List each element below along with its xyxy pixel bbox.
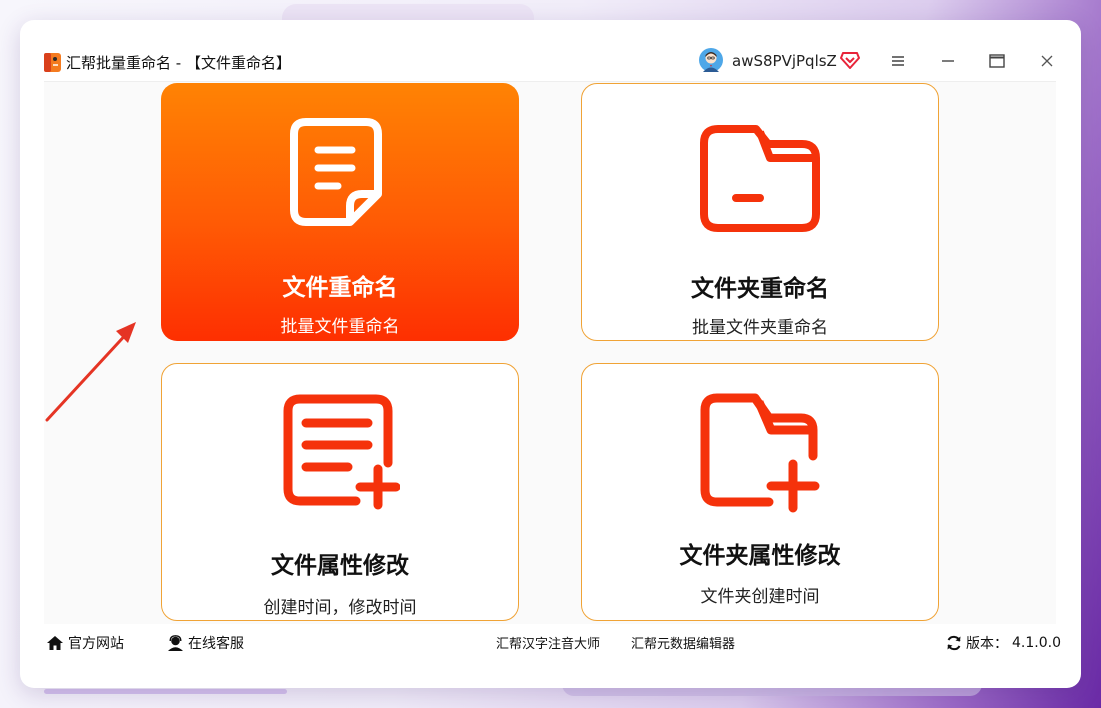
card-folder-attributes[interactable]: 文件夹属性修改 文件夹创建时间 [581,363,939,621]
refresh-icon [947,635,961,651]
customer-service-icon [168,635,183,651]
title-bar: 汇帮批量重命名 - 【文件重命名】 awS8PVjPqlsZ [20,20,1081,82]
menu-button[interactable] [887,50,909,72]
card-title: 文件重命名 [282,275,398,301]
pinyin-tool-label: 汇帮汉字注音大师 [496,637,601,652]
official-site-link[interactable]: 官方网站 [46,633,124,653]
card-title: 文件夹属性修改 [679,543,841,569]
card-file-rename[interactable]: 文件重命名 批量文件重命名 [161,83,519,341]
minimize-icon [942,60,954,62]
card-subtitle: 批量文件夹重命名 [692,318,828,338]
minimize-button[interactable] [937,50,959,72]
footer-bar: 官方网站 在线客服 汇帮汉字注音大师 汇帮元数据编辑器 版本： 4.1.0.0 [44,624,1061,660]
main-content: 文件重命名 批量文件重命名 文件夹重命名 批量文件夹重命名 文件属性修改 创建时… [44,82,1056,624]
version-label: 版本： [966,636,1008,652]
close-button[interactable] [1036,50,1058,72]
avatar-icon[interactable] [699,48,723,72]
app-logo-icon [44,53,61,72]
close-icon [1041,55,1053,67]
card-subtitle: 文件夹创建时间 [700,587,820,607]
card-subtitle: 批量文件重命名 [280,317,400,337]
folder-add-icon [700,393,820,513]
metadata-tool-label: 汇帮元数据编辑器 [631,637,736,652]
hamburger-menu-icon [892,56,904,66]
card-file-attributes[interactable]: 文件属性修改 创建时间，修改时间 [161,363,519,621]
document-icon [290,118,382,226]
version-info[interactable]: 版本： 4.1.0.0 [946,633,1061,653]
app-window: 汇帮批量重命名 - 【文件重命名】 awS8PVjPqlsZ 文件重命名 批量文… [20,20,1081,688]
maximize-icon [989,54,1005,68]
document-add-icon [283,394,400,510]
version-number: 4.1.0.0 [1012,635,1061,651]
divider [44,81,1056,82]
card-subtitle: 创建时间，修改时间 [263,598,417,618]
card-title: 文件夹重命名 [691,276,829,302]
online-service-label: 在线客服 [188,636,244,652]
metadata-tool-link[interactable]: 汇帮元数据编辑器 [631,633,735,652]
official-site-label: 官方网站 [68,636,124,652]
pinyin-tool-link[interactable]: 汇帮汉字注音大师 [496,633,600,652]
annotation-arrow-icon [45,322,136,422]
window-title: 汇帮批量重命名 - 【文件重命名】 [66,54,291,72]
card-title: 文件属性修改 [271,553,409,579]
card-folder-rename[interactable]: 文件夹重命名 批量文件夹重命名 [581,83,939,341]
folder-icon [700,125,820,232]
maximize-button[interactable] [986,50,1008,72]
online-service-link[interactable]: 在线客服 [167,633,244,653]
username[interactable]: awS8PVjPqlsZ [732,52,837,70]
vip-diamond-icon[interactable] [840,51,860,69]
background-bar [44,689,287,694]
home-icon [47,636,63,650]
